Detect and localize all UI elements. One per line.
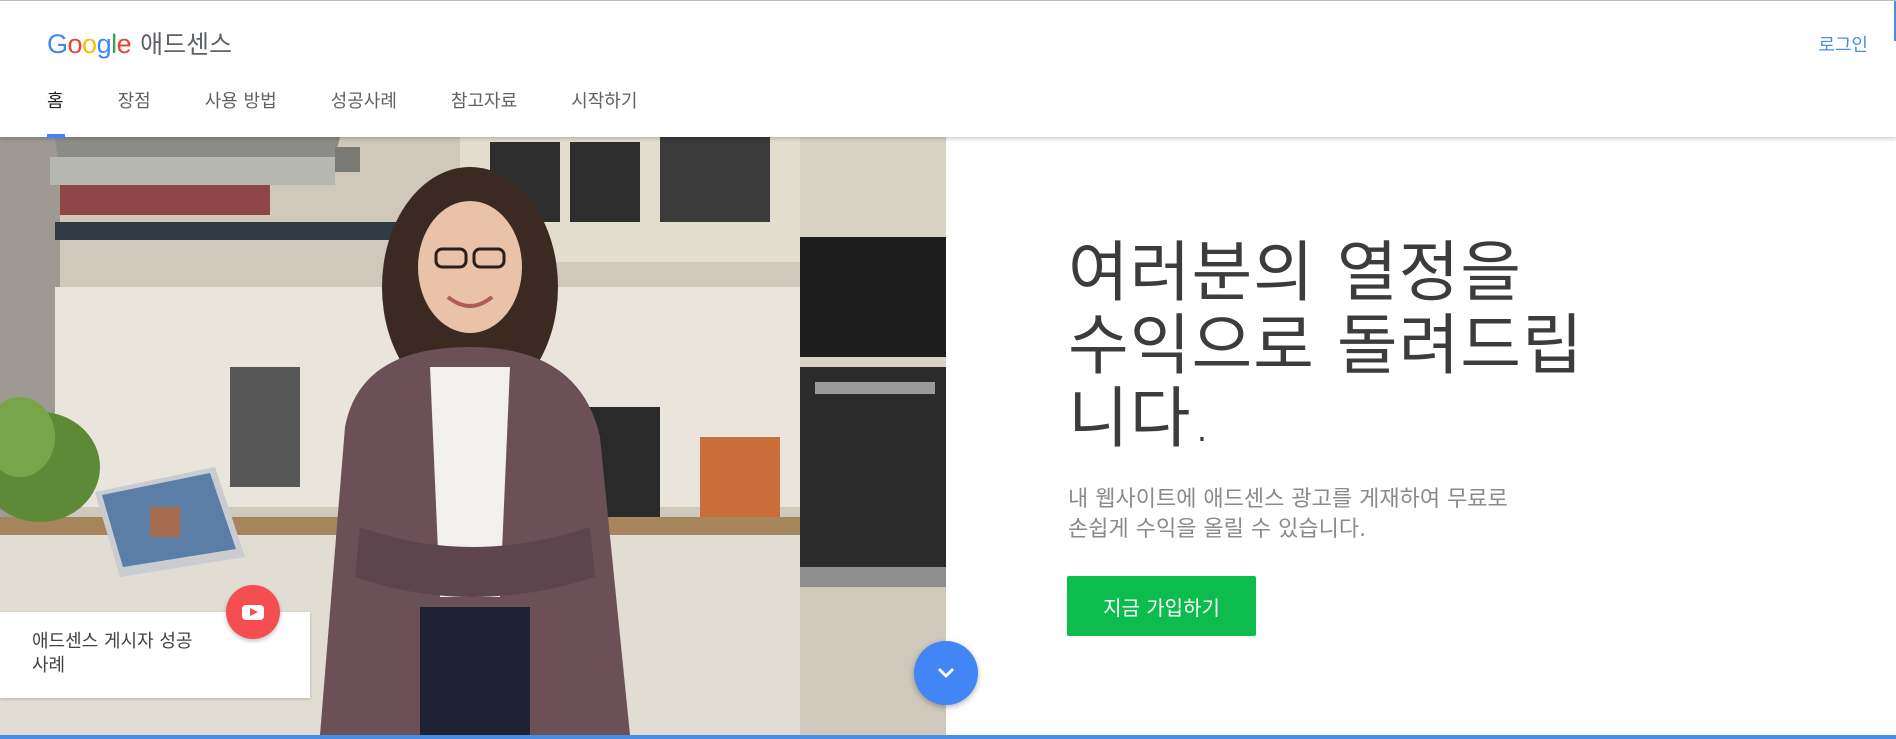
login-link[interactable]: 로그인: [1818, 31, 1868, 57]
logo-letter: e: [116, 29, 132, 59]
hero-title: 여러분의 열정을 수익으로 돌려드립 니다.: [1068, 236, 1628, 455]
success-story-label-line: 애드센스 게시자 성공: [32, 631, 193, 652]
chevron-down-icon: [938, 668, 954, 678]
scroll-down-button[interactable]: [914, 641, 978, 705]
hero-subtitle-line: 손쉽게 수익을 올릴 수 있습니다.: [1068, 517, 1367, 542]
logo-letter: o: [82, 29, 97, 59]
hero-title-line: 니다.: [1068, 380, 1214, 457]
nav-item-success-stories[interactable]: 성공사례: [331, 87, 397, 138]
nav-item-get-started[interactable]: 시작하기: [571, 87, 637, 138]
hero-title-line: 수익으로 돌려드립: [1068, 307, 1584, 384]
logo-letter: o: [67, 29, 83, 59]
signup-button[interactable]: 지금 가입하기: [1067, 576, 1256, 636]
nav-item-how-it-works[interactable]: 사용 방법: [205, 87, 277, 138]
logo-letter: G: [47, 29, 68, 59]
logo-letter: g: [96, 29, 112, 59]
google-wordmark: Google: [47, 29, 132, 60]
hero-text: 여러분의 열정을 수익으로 돌려드립 니다. 내 웹사이트에 애드센스 광고를 …: [1068, 236, 1628, 545]
site-header: Google 애드센스 로그인 홈 장점 사용 방법 성공사례 참고자료 시작하…: [0, 0, 1896, 138]
success-story-label-line: 사례: [32, 655, 66, 676]
bottom-accent-bar: [0, 735, 1896, 739]
hero-subtitle-line: 내 웹사이트에 애드센스 광고를 게재하여 무료로: [1068, 487, 1508, 512]
nav-item-benefits[interactable]: 장점: [118, 87, 151, 138]
product-name: 애드센스: [140, 30, 233, 59]
success-story-label: 애드센스 게시자 성공 사례: [32, 630, 222, 678]
nav-item-resources[interactable]: 참고자료: [451, 87, 517, 138]
hero-title-line: 여러분의 열정을: [1068, 234, 1523, 311]
youtube-play-icon: [242, 604, 264, 620]
youtube-play-button[interactable]: [226, 585, 280, 639]
nav-item-home[interactable]: 홈: [47, 87, 65, 138]
adsense-logo[interactable]: Google 애드센스: [47, 25, 232, 61]
hero-subtitle: 내 웹사이트에 애드센스 광고를 게재하여 무료로 손쉽게 수익을 올릴 수 있…: [1068, 485, 1568, 545]
main-nav: 홈 장점 사용 방법 성공사례 참고자료 시작하기: [47, 87, 691, 138]
